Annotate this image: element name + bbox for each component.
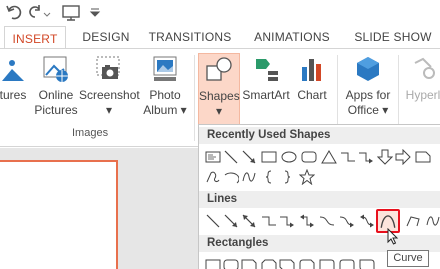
pictures-icon [2,60,24,81]
line-icon[interactable] [223,149,239,165]
screenshot-dropdown-icon: ▾ [105,103,113,117]
ribbon-separator [194,55,195,141]
lines-header: Lines [199,191,440,208]
elbow-arrow-connector-icon[interactable] [358,149,374,165]
elbow-double-arrow-connector-icon[interactable] [299,213,315,229]
scribble-icon[interactable] [241,169,257,185]
ribbon-tabs: INSERT DESIGN TRANSITIONS ANIMATIONS SLI… [0,25,440,50]
tab-insert[interactable]: INSERT [4,26,66,50]
round-same-side-corner-rectangle-icon[interactable] [339,257,355,269]
photo-album-label-2: Album [143,103,178,117]
elbow-connector-icon[interactable] [340,149,356,165]
curve-tooltip: Curve [387,250,429,267]
screenshot-button[interactable]: Screenshot ▾ [79,53,140,118]
rectangle-icon[interactable] [205,257,221,269]
triangle-icon[interactable] [321,149,337,165]
arrow-line-icon[interactable] [241,149,257,165]
freeform-icon[interactable] [205,169,221,185]
quick-access-toolbar [0,0,440,25]
snip-round-rectangle-icon[interactable] [299,257,315,269]
tab-animations[interactable]: ANIMATIONS [250,25,334,49]
curved-double-arrow-connector-icon[interactable] [359,213,375,229]
images-group-label: Images [72,127,109,139]
photo-album-button[interactable]: Photo Album ▾ [140,53,190,118]
online-pictures-label-2: Pictures [34,103,78,117]
screenshot-icon [96,56,120,79]
photo-album-label-1: Photo [149,88,181,102]
shapes-dropdown-icon: ▾ [215,104,223,118]
snip-rectangle-icon[interactable] [415,149,431,165]
photo-album-icon [153,56,177,81]
tab-slide-show[interactable]: SLIDE SHOW [350,25,436,49]
line-icon[interactable] [205,213,221,229]
rectangle-icon[interactable] [261,149,277,165]
apps-dropdown-icon: ▾ [382,103,389,117]
round-single-corner-rectangle-icon[interactable] [319,257,335,269]
apps-for-office-label-1: Apps for [345,88,391,102]
apps-for-office-icon [357,57,379,81]
snip-diagonal-corner-rectangle-icon[interactable] [279,257,295,269]
recently-used-shapes-header: Recently Used Shapes [199,127,440,144]
text-box-icon[interactable] [205,149,221,165]
mouse-pointer-icon [387,228,399,245]
scribble-icon[interactable] [425,213,440,229]
rounded-rectangle-icon[interactable] [223,257,239,269]
chart-icon [302,59,321,81]
pictures-button[interactable]: tures [0,53,30,103]
online-pictures-button[interactable]: Online Pictures [33,53,79,118]
shapes-label: Shapes [199,89,240,103]
snip-single-corner-rectangle-icon[interactable] [241,257,257,269]
apps-for-office-label-2: Office [347,103,379,117]
tab-transitions[interactable]: TRANSITIONS [146,25,234,49]
oval-icon[interactable] [281,149,297,165]
apps-for-office-button[interactable]: Apps for Office ▾ [341,53,395,118]
down-arrow-icon[interactable] [377,149,393,165]
customize-toolbar-icon[interactable] [88,2,102,22]
left-brace-icon[interactable] [261,169,277,185]
screenshot-label: Screenshot [79,88,140,102]
star-icon[interactable] [299,169,315,185]
round-diagonal-corner-rectangle-icon[interactable] [359,257,375,269]
arc-icon[interactable] [223,169,239,185]
freeform-icon[interactable] [405,213,421,229]
hyperlink-button[interactable]: Hyperl [401,53,440,103]
hyperlink-label: Hyperl [405,88,440,102]
photo-album-dropdown-icon: ▾ [180,103,187,117]
slide-thumbnail-pane [0,148,128,269]
online-pictures-label-1: Online [38,88,74,102]
redo-icon[interactable] [26,2,52,22]
undo-icon[interactable] [4,2,24,22]
rounded-rectangle-icon[interactable] [301,149,317,165]
arrow-line-icon[interactable] [223,213,239,229]
curved-arrow-connector-icon[interactable] [339,213,355,229]
smartart-label: SmartArt [242,88,290,102]
smartart-icon [256,59,278,81]
smartart-button[interactable]: SmartArt [241,53,291,103]
right-brace-icon[interactable] [279,169,295,185]
right-arrow-icon[interactable] [395,149,411,165]
pictures-label: tures [0,88,27,102]
hyperlink-icon [414,57,435,79]
tab-design[interactable]: DESIGN [76,25,136,49]
snip-same-side-corner-rectangle-icon[interactable] [261,257,277,269]
elbow-connector-icon[interactable] [261,213,277,229]
shapes-gallery: Recently Used Shapes Lines Rectangles [198,124,440,269]
slide-thumbnail[interactable] [0,160,118,269]
chart-button[interactable]: Chart [292,53,332,103]
shapes-icon [206,57,232,81]
curved-connector-icon[interactable] [319,213,335,229]
chart-label: Chart [297,88,327,102]
online-pictures-icon [43,56,68,82]
slideshow-from-start-icon[interactable] [60,2,84,22]
shapes-button[interactable]: Shapes ▾ [198,53,240,128]
double-arrow-line-icon[interactable] [241,213,257,229]
elbow-arrow-connector-icon[interactable] [279,213,295,229]
